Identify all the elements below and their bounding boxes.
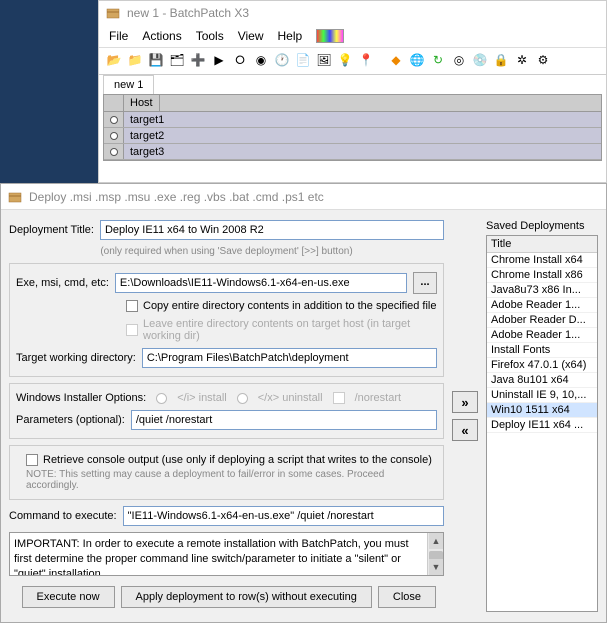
retrieve-checkbox[interactable] (26, 454, 38, 466)
play-icon[interactable]: ▶ (210, 51, 228, 69)
installer-opts-label: Windows Installer Options: (16, 392, 146, 404)
list-item[interactable]: Uninstall IE 9, 10,... (487, 388, 597, 403)
diamond-icon[interactable]: ◆ (387, 51, 405, 69)
saveall-icon[interactable]: 🗂 (168, 51, 186, 69)
bulb-icon[interactable]: 💡 (336, 51, 354, 69)
cmd-input[interactable] (123, 506, 444, 526)
saved-header[interactable]: Title (487, 236, 597, 253)
params-input[interactable] (131, 410, 437, 430)
info-text[interactable]: IMPORTANT: In order to execute a remote … (9, 532, 444, 576)
table-row[interactable]: target2 (104, 128, 601, 144)
app-icon (105, 5, 121, 21)
target-icon[interactable]: ◎ (450, 51, 468, 69)
col-host[interactable]: Host (124, 95, 160, 111)
saved-list: Title Chrome Install x64Chrome Install x… (486, 235, 598, 612)
retrieve-note: NOTE: This setting may cause a deploymen… (16, 469, 437, 491)
menu-view[interactable]: View (238, 29, 264, 43)
menu-actions[interactable]: Actions (142, 29, 181, 43)
list-item[interactable]: Adobe Reader 1... (487, 328, 597, 343)
leave-dir-label: Leave entire directory contents on targe… (143, 318, 437, 342)
list-item[interactable]: Adober Reader D... (487, 313, 597, 328)
stop-icon[interactable]: ◉ (252, 51, 270, 69)
fan-icon[interactable]: ✲ (513, 51, 531, 69)
list-item[interactable]: Deploy IE11 x64 ... (487, 418, 597, 433)
lock-icon[interactable]: 🔒 (492, 51, 510, 69)
execute-button[interactable]: Execute now (22, 586, 115, 608)
package-icon (7, 189, 23, 205)
add-icon[interactable]: ➕ (189, 51, 207, 69)
radio-install (156, 393, 167, 404)
clock-icon[interactable]: 🕐 (273, 51, 291, 69)
list-item[interactable]: Win10 1511 x64 (487, 403, 597, 418)
options-group: Windows Installer Options: </i> install … (9, 383, 444, 439)
disc-icon[interactable]: 💿 (471, 51, 489, 69)
copy-dir-label: Copy entire directory contents in additi… (143, 300, 437, 312)
save-icon[interactable]: 💾 (147, 51, 165, 69)
menubar: File Actions Tools View Help (99, 25, 606, 47)
retrieve-group: Retrieve console output (use only if dep… (9, 445, 444, 500)
list-item[interactable]: Chrome Install x86 (487, 268, 597, 283)
deploy-title-label: Deployment Title: (9, 224, 94, 236)
saved-title: Saved Deployments (486, 220, 598, 235)
main-window: new 1 - BatchPatch X3 File Actions Tools… (98, 0, 607, 183)
load-deployment-button[interactable]: « (452, 419, 478, 441)
open-icon[interactable]: 📂 (105, 51, 123, 69)
titlebar: new 1 - BatchPatch X3 (99, 1, 606, 25)
doc-icon[interactable]: 📄 (294, 51, 312, 69)
refresh-icon[interactable]: ↻ (429, 51, 447, 69)
deploy-title-input[interactable] (100, 220, 444, 240)
list-item[interactable]: Java 8u101 x64 (487, 373, 597, 388)
gear-icon[interactable]: ⚙ (534, 51, 552, 69)
browse-button[interactable]: ... (413, 272, 437, 294)
table-row[interactable]: target1 (104, 112, 601, 128)
dialog-title: Deploy .msi .msp .msu .exe .reg .vbs .ba… (29, 190, 324, 204)
color-grid-icon[interactable] (316, 29, 344, 43)
folder-icon[interactable]: 📁 (126, 51, 144, 69)
window-title: new 1 - BatchPatch X3 (127, 6, 249, 20)
scroll-up-icon[interactable]: ▲ (429, 533, 443, 549)
workdir-label: Target working directory: (16, 352, 136, 364)
list-item[interactable]: Firefox 47.0.1 (x64) (487, 358, 597, 373)
params-label: Parameters (optional): (16, 414, 125, 426)
tab-new1[interactable]: new 1 (103, 75, 154, 94)
circle-play-icon[interactable]: ⭘ (231, 51, 249, 69)
retrieve-label: Retrieve console output (use only if dep… (43, 454, 432, 466)
leave-dir-checkbox (126, 324, 138, 336)
list-item[interactable]: Java8u73 x86 In... (487, 283, 597, 298)
globe-icon[interactable]: 🌐 (408, 51, 426, 69)
host-grid: Host target1target2target3 (103, 94, 602, 161)
pin-icon[interactable]: 📍 (357, 51, 375, 69)
list-item[interactable]: Adobe Reader 1... (487, 298, 597, 313)
close-button[interactable]: Close (378, 586, 436, 608)
dialog-titlebar: Deploy .msi .msp .msu .exe .reg .vbs .ba… (1, 184, 606, 210)
save-deployment-button[interactable]: » (452, 391, 478, 413)
list-item[interactable]: Install Fonts (487, 343, 597, 358)
tabstrip: new 1 (99, 74, 606, 94)
table-row[interactable]: target3 (104, 144, 601, 160)
img-icon[interactable]: 🖼 (315, 51, 333, 69)
file-group: Exe, msi, cmd, etc: ... Copy entire dire… (9, 263, 444, 377)
apply-button[interactable]: Apply deployment to row(s) without execu… (121, 586, 372, 608)
chk-norestart (333, 392, 345, 404)
cmd-label: Command to execute: (9, 510, 117, 522)
file-label: Exe, msi, cmd, etc: (16, 277, 109, 289)
scrollbar[interactable]: ▲ ▼ (427, 533, 443, 575)
menu-help[interactable]: Help (278, 29, 303, 43)
scroll-down-icon[interactable]: ▼ (429, 559, 443, 575)
deploy-title-hint: (only required when using 'Save deployme… (9, 246, 444, 257)
menu-file[interactable]: File (109, 29, 128, 43)
copy-dir-checkbox[interactable] (126, 300, 138, 312)
file-input[interactable] (115, 273, 407, 293)
menu-tools[interactable]: Tools (196, 29, 224, 43)
radio-uninstall (237, 393, 248, 404)
list-item[interactable]: Chrome Install x64 (487, 253, 597, 268)
toolbar: 📂 📁 💾 🗂 ➕ ▶ ⭘ ◉ 🕐 📄 🖼 💡 📍 ◆ 🌐 ↻ ◎ 💿 🔒 ✲ … (99, 47, 606, 72)
deploy-dialog: Deploy .msi .msp .msu .exe .reg .vbs .ba… (0, 183, 607, 623)
workdir-input[interactable] (142, 348, 437, 368)
